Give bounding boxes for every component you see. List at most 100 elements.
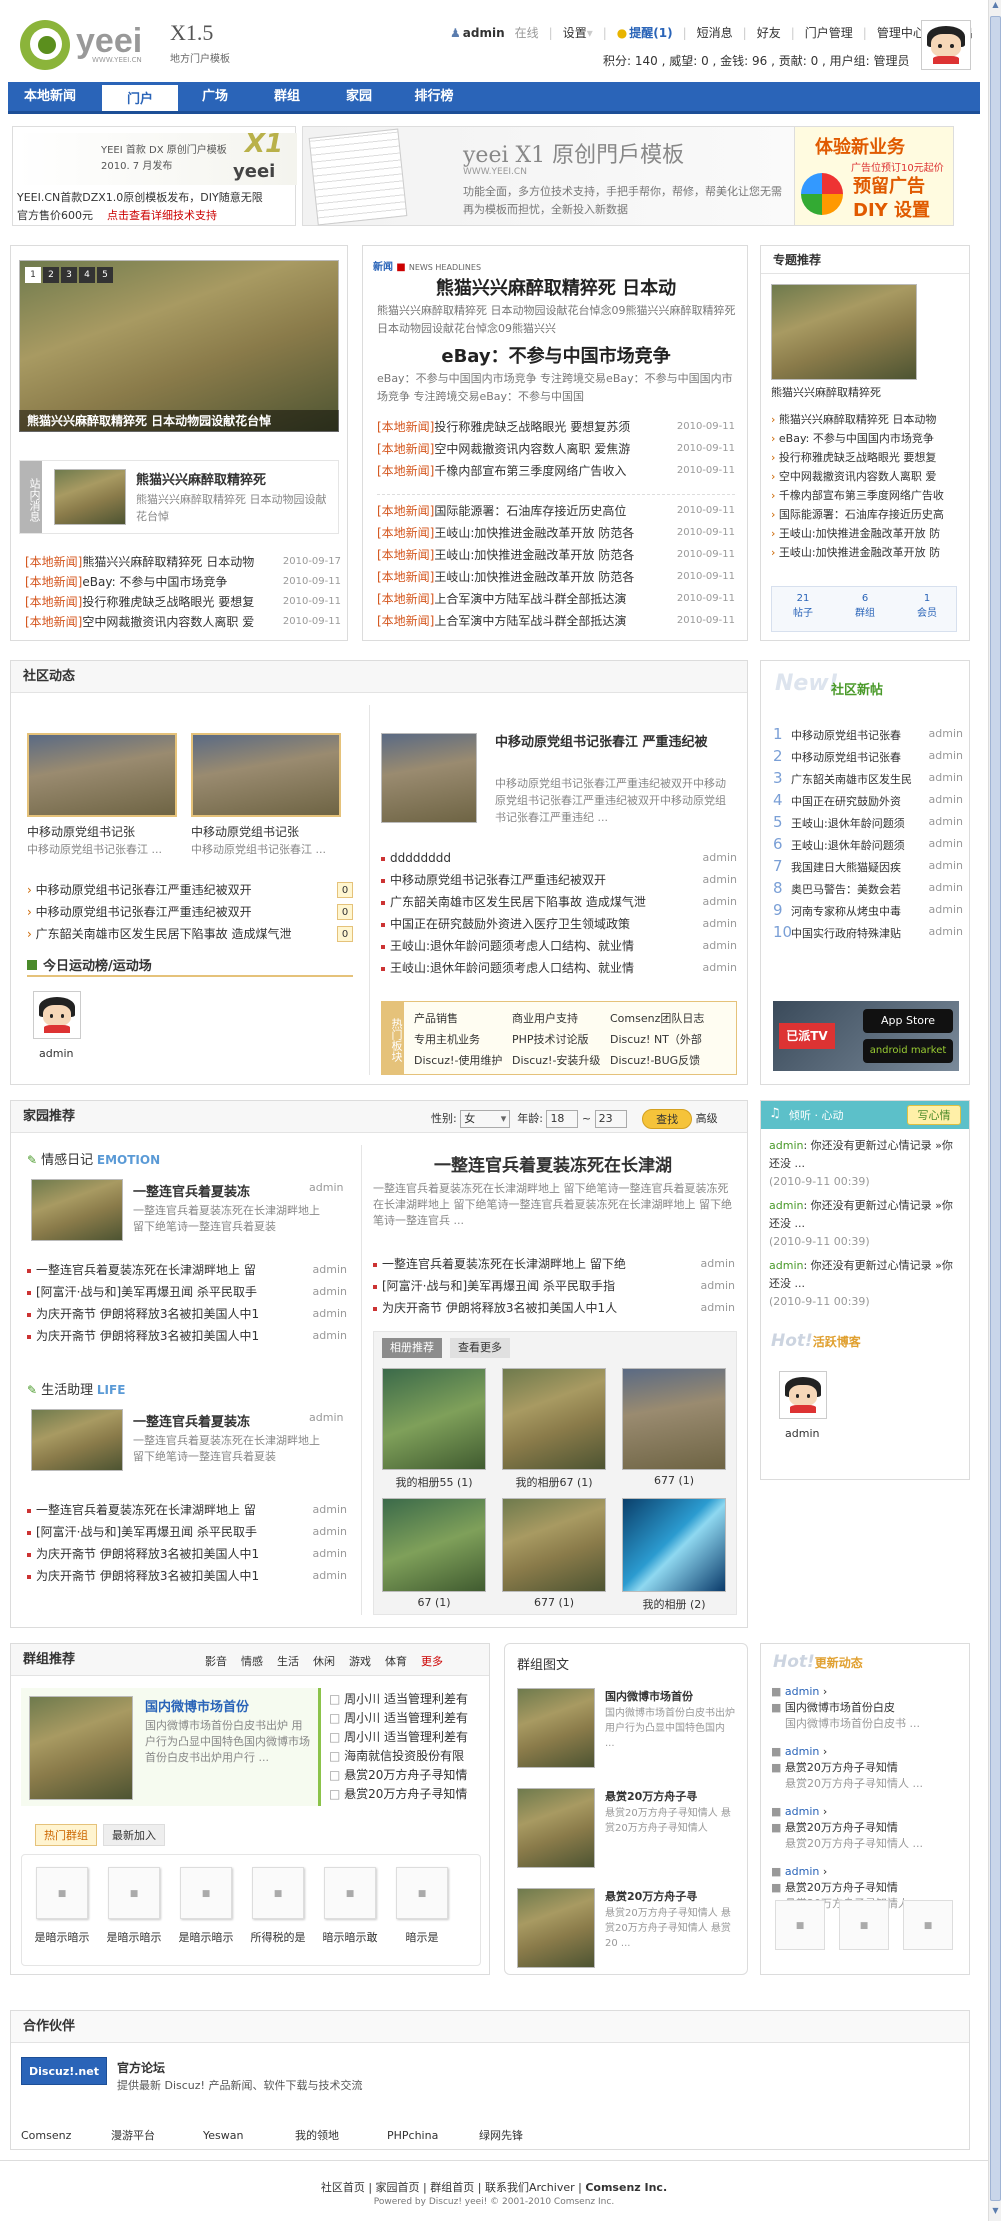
new-post-item[interactable]: 3 广东韶关南雄市区发生民 admin (773, 767, 963, 789)
album-more[interactable]: 查看更多 (450, 1338, 510, 1358)
station-tab[interactable]: 站内消息 (20, 461, 42, 533)
life-item[interactable]: 为庆开斋节 伊朗将释放3名被扣美国人中1 admin (27, 1543, 347, 1565)
album-thumb[interactable] (502, 1368, 606, 1470)
admin-center-link[interactable]: 管理中心 (877, 26, 925, 40)
group-thumb-name[interactable]: 暗示是 (386, 1929, 458, 1945)
album-caption[interactable]: 67 (1) (382, 1596, 486, 1609)
album-caption[interactable]: 677 (1) (502, 1596, 606, 1609)
slider-num-1[interactable]: 1 (25, 267, 41, 283)
news-item[interactable]: [本地新闻]王岐山:加快推进金融改革开放 防范各 2010-09-11 (377, 566, 735, 588)
age-from[interactable]: 18 (546, 1110, 579, 1128)
nav-groups[interactable]: 群组 (252, 82, 322, 111)
partner-link[interactable]: Yeswan (203, 2129, 295, 2142)
group-thumb-name[interactable]: 所得税的是 (242, 1929, 314, 1945)
life-item[interactable]: 为庆开斋节 伊朗将释放3名被扣美国人中1 admin (27, 1565, 347, 1587)
topic-item[interactable]: › 国际能源署：石油库存接近历史高 (771, 505, 961, 524)
group-thumb[interactable]: ■ (36, 1867, 88, 1919)
community-item-2[interactable]: 中国正在研究鼓励外资进入医疗卫生领域政策 admin (381, 913, 737, 935)
group-thumb[interactable]: ■ (324, 1867, 376, 1919)
settings-link[interactable]: 设置 (563, 26, 587, 40)
update-thumb[interactable]: ■ (839, 1900, 889, 1950)
community-item-2[interactable]: 王岐山:退休年龄问题须考虑人口结构、就业情 admin (381, 935, 737, 957)
news-item[interactable]: [本地新闻]千橡内部宣布第三季度网络广告收入 2010-09-11 (377, 460, 735, 482)
nav-local-news[interactable]: 本地新闻 (8, 82, 92, 111)
partner-link[interactable]: 漫游平台 (111, 2127, 203, 2143)
community-item[interactable]: › 中移动原党组书记张春江严重违纪被双开 0 (27, 879, 353, 901)
nav-ranking[interactable]: 排行榜 (396, 82, 472, 111)
group-pic-image[interactable] (517, 1788, 595, 1868)
scroll-down-icon[interactable]: ▼ (990, 2206, 1001, 2220)
portal-admin-link[interactable]: 门户管理 (805, 26, 853, 40)
album-caption[interactable]: 677 (1) (622, 1474, 726, 1487)
life-feat-title[interactable]: 一整连官兵着夏装冻 (133, 1411, 250, 1430)
album-tab[interactable]: 相册推荐 (382, 1338, 442, 1358)
community-pic-1[interactable] (27, 733, 177, 817)
group-thumb[interactable]: ■ (180, 1867, 232, 1919)
news-item[interactable]: [本地新闻]王岐山:加快推进金融改革开放 防范各 2010-09-11 (377, 544, 735, 566)
emotion-feat-image[interactable] (31, 1179, 123, 1241)
slider-num-2[interactable]: 2 (43, 267, 59, 283)
group-thumb[interactable]: ■ (252, 1867, 304, 1919)
community-item-2[interactable]: 中移动原党组书记张春江严重违纪被双开 admin (381, 869, 737, 891)
community-pic-1-title[interactable]: 中移动原党组书记张 (27, 823, 135, 840)
slider-image[interactable] (19, 260, 339, 432)
partner-link[interactable]: Comsenz (21, 2129, 111, 2142)
new-post-item[interactable]: 2 中移动原党组书记张春 admin (773, 745, 963, 767)
hot-board[interactable]: Discuz! NT（外部 (610, 1033, 702, 1046)
group-cat[interactable]: 体育 (385, 1655, 407, 1668)
ad-banner-2[interactable]: yeei X1 原创門戶模板 WWW.YEEI.CN 功能全面，多方位技术支持，… (302, 126, 804, 226)
hot-board[interactable]: 商业用户支持 (512, 1008, 610, 1029)
emotion-item[interactable]: 为庆开斋节 伊朗将释放3名被扣美国人中1 admin (27, 1303, 347, 1325)
topic-item[interactable]: › 王岐山:加快推进金融改革开放 防 (771, 543, 961, 562)
home-center-item[interactable]: [阿富汗·战与和]美军再爆丑闻 杀平民取手指 admin (373, 1275, 735, 1297)
album-thumb[interactable] (382, 1368, 486, 1470)
group-pic-title[interactable]: 悬赏20万方舟子寻 (605, 1888, 697, 1904)
new-post-item[interactable]: 4 中国正在研究鼓励外资 admin (773, 789, 963, 811)
station-item[interactable]: [本地新闻]eBay: 不参与中国市场竞争 2010-09-11 (25, 572, 341, 592)
write-mood-button[interactable]: 写心情 (907, 1105, 961, 1125)
nav-portal[interactable]: 门户 (102, 82, 178, 111)
topic-item[interactable]: › 千橡内部宣布第三季度网络广告收 (771, 486, 961, 505)
partner-link[interactable]: PHPchina (387, 2129, 479, 2142)
group-cat[interactable]: 游戏 (349, 1655, 371, 1668)
nav-square[interactable]: 广场 (180, 82, 250, 111)
home-center-title[interactable]: 一整连官兵着夏装冻死在长津湖 (373, 1151, 733, 1176)
group-cat[interactable]: 情感 (241, 1655, 263, 1668)
group-pic-title[interactable]: 悬赏20万方舟子寻 (605, 1788, 697, 1804)
android-market-button[interactable]: android market (863, 1039, 953, 1063)
user-avatar[interactable] (921, 20, 971, 70)
news-item[interactable]: [本地新闻]投行称雅虎缺乏战略眼光 要想复苏须 2010-09-11 (377, 416, 735, 438)
topic-item[interactable]: › eBay: 不参与中国国内市场竞争 (771, 429, 961, 448)
community-item-2[interactable]: 王岐山:退休年龄问题须考虑人口结构、就业情 admin (381, 957, 737, 979)
emotion-feat-title[interactable]: 一整连官兵着夏装冻 (133, 1181, 250, 1200)
community-item-2[interactable]: dddddddd admin (381, 847, 737, 869)
gender-select[interactable]: 女 ▾ (460, 1110, 511, 1128)
group-thumb-name[interactable]: 是暗示暗示 (26, 1929, 98, 1945)
group-cat[interactable]: 影音 (205, 1655, 227, 1668)
ad-banner-3[interactable]: 体验新业务 广告位预订10元起价 预留广告 DIY 设置 (794, 126, 954, 226)
album-caption[interactable]: 我的相册55 (1) (382, 1474, 486, 1490)
footer-link[interactable]: 群组首页 (430, 2181, 474, 2194)
emotion-item[interactable]: 一整连官兵着夏装冻死在长津湖畔地上 留 admin (27, 1259, 347, 1281)
update-thumb[interactable]: ■ (775, 1900, 825, 1950)
topic-item[interactable]: › 熊猫兴兴麻醉取精猝死 日本动物 (771, 410, 961, 429)
friends-link[interactable]: 好友 (757, 26, 781, 40)
slider-num-3[interactable]: 3 (61, 267, 77, 283)
tab-hot-groups[interactable]: 热门群组 (35, 1824, 97, 1846)
scroll-up-icon[interactable]: ▲ (990, 0, 1001, 14)
ad-banner-1[interactable]: YEEI 首款 DX 原创门户模板 2010. 7 月发布 X1 yeei YE… (12, 126, 297, 226)
group-thumb-name[interactable]: 是暗示暗示 (98, 1929, 170, 1945)
news-item[interactable]: [本地新闻]空中网裁撤资讯内容数人离职 爱焦游 2010-09-11 (377, 438, 735, 460)
emotion-item[interactable]: 为庆开斋节 伊朗将释放3名被扣美国人中1 admin (27, 1325, 347, 1347)
station-item[interactable]: [本地新闻]投行称雅虎缺乏战略眼光 要想复 2010-09-11 (25, 592, 341, 612)
hot-board[interactable]: 产品销售 (414, 1008, 512, 1029)
advanced-link[interactable]: 高级 (696, 1112, 718, 1125)
site-logo[interactable]: yeei X1.5 地方门户模板 WWW.YEEI.CN (20, 14, 260, 74)
hot-board[interactable]: Discuz!-安装升级 (512, 1050, 610, 1071)
new-post-item[interactable]: 5 王岐山:退休年龄问题须 admin (773, 811, 963, 833)
slider-num-5[interactable]: 5 (97, 267, 113, 283)
stat-posts[interactable]: 21 帖子 (772, 593, 834, 619)
mood-item[interactable]: admin: 你还没有更新过心情记录 »你还没 ... (2010-9-11 00… (769, 1257, 963, 1311)
group-item[interactable]: □ 海南就信投资股份有限 (329, 1747, 485, 1766)
community-pic-2-title[interactable]: 中移动原党组书记张 (191, 823, 299, 840)
